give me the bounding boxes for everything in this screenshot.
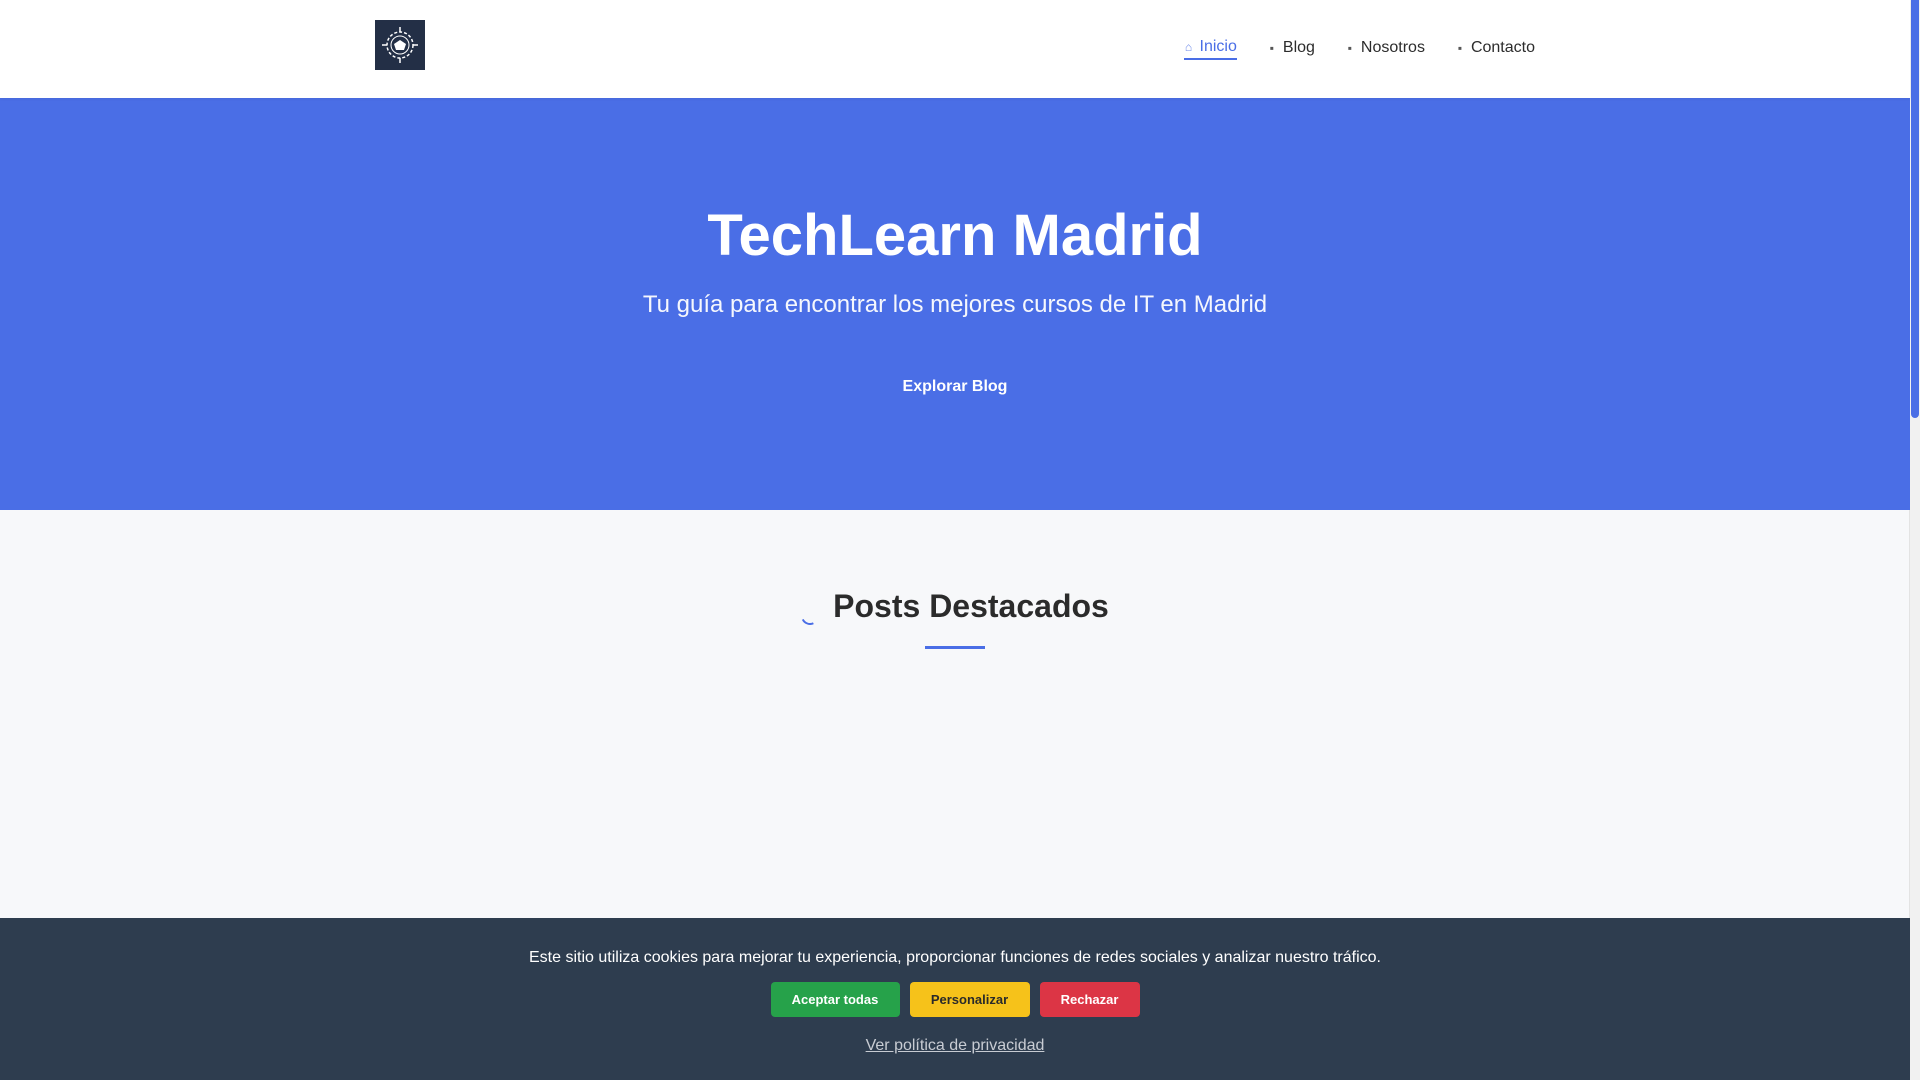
accept-all-button[interactable]: Aceptar todas (770, 982, 900, 1017)
nav-item-label: Inicio (1199, 38, 1237, 55)
nav-item-contacto[interactable]: ▪ Contacto (1455, 38, 1535, 60)
nav-item-label: Contacto (1470, 39, 1535, 56)
users-icon: ▪ (1347, 41, 1353, 55)
cookie-banner: Este sitio utiliza cookies para mejorar … (0, 918, 1910, 1080)
nav-item-blog[interactable]: ▪ Blog (1267, 38, 1315, 60)
hero-subtitle: Tu guía para encontrar los mejores curso… (642, 291, 1268, 318)
main-nav: ⌂ Inicio ▪ Blog ▪ Nosotros ▪ Contacto (1183, 38, 1535, 60)
scrollbar-thumb[interactable] (1911, 0, 1919, 418)
hero-section: TechLearn Madrid Tu guía para encontrar … (0, 98, 1910, 510)
logo-icon (382, 27, 418, 63)
section-title: Posts Destacados (798, 588, 1109, 628)
nav-item-label: Blog (1282, 39, 1315, 56)
home-icon: ⌂ (1184, 40, 1193, 54)
privacy-policy-link[interactable]: Ver política de privacidad (0, 1037, 1910, 1055)
explore-blog-button[interactable]: Explorar Blog (881, 368, 1030, 406)
scrollbar-track[interactable] (1909, 0, 1920, 1080)
cookie-message: Este sitio utiliza cookies para mejorar … (529, 949, 1381, 966)
mail-icon: ▪ (1457, 41, 1463, 55)
section-title-text: Posts Destacados (833, 588, 1109, 624)
navbar: ⌂ Inicio ▪ Blog ▪ Nosotros ▪ Contacto (0, 0, 1910, 98)
loading-spinner-icon (798, 603, 822, 628)
nav-item-inicio[interactable]: ⌂ Inicio (1183, 38, 1237, 60)
nav-item-nosotros[interactable]: ▪ Nosotros (1345, 38, 1425, 60)
reject-button[interactable]: Rechazar (1039, 982, 1140, 1017)
title-underline (925, 645, 985, 649)
customize-button[interactable]: Personalizar (909, 982, 1030, 1017)
hero-title: TechLearn Madrid (707, 203, 1203, 268)
blog-icon: ▪ (1269, 41, 1275, 55)
cookie-actions: Aceptar todas Personalizar Rechazar (0, 982, 1910, 1017)
nav-item-label: Nosotros (1360, 39, 1425, 56)
site-logo[interactable] (375, 20, 425, 70)
featured-posts-header: Posts Destacados (0, 588, 1910, 649)
